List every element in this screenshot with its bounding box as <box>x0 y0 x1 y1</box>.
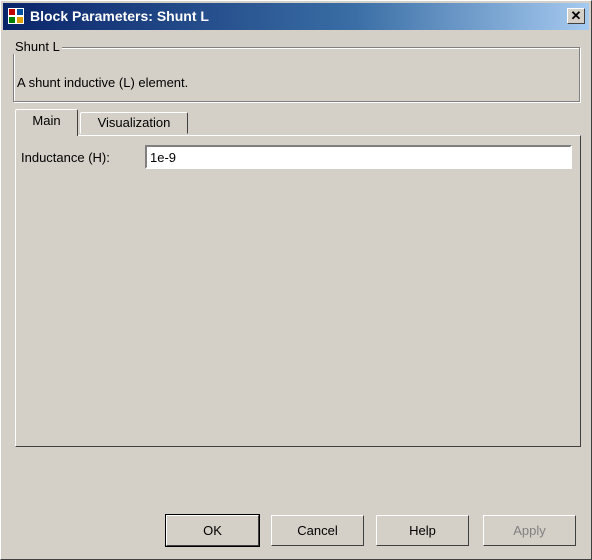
simulink-block-icon <box>8 8 24 24</box>
group-title: Shunt L <box>13 39 62 54</box>
ok-button[interactable]: OK <box>165 514 260 547</box>
close-icon: ✕ <box>570 8 582 23</box>
inductance-label: Inductance (H): <box>21 150 110 165</box>
help-button[interactable]: Help <box>376 515 469 546</box>
tab-panel-main <box>15 135 581 447</box>
window-title: Block Parameters: Shunt L <box>30 8 209 24</box>
tab-main-label: Main <box>32 113 61 128</box>
tab-visualization[interactable]: Visualization <box>80 112 188 134</box>
inductance-input[interactable] <box>145 145 572 169</box>
tab-visualization-label: Visualization <box>97 115 171 130</box>
cancel-button[interactable]: Cancel <box>271 515 364 546</box>
block-description: A shunt inductive (L) element. <box>17 75 189 90</box>
close-button[interactable]: ✕ <box>567 8 585 24</box>
apply-button[interactable]: Apply <box>483 515 576 546</box>
title-bar[interactable]: Block Parameters: Shunt L ✕ <box>3 3 589 30</box>
tab-main[interactable]: Main <box>15 109 78 136</box>
